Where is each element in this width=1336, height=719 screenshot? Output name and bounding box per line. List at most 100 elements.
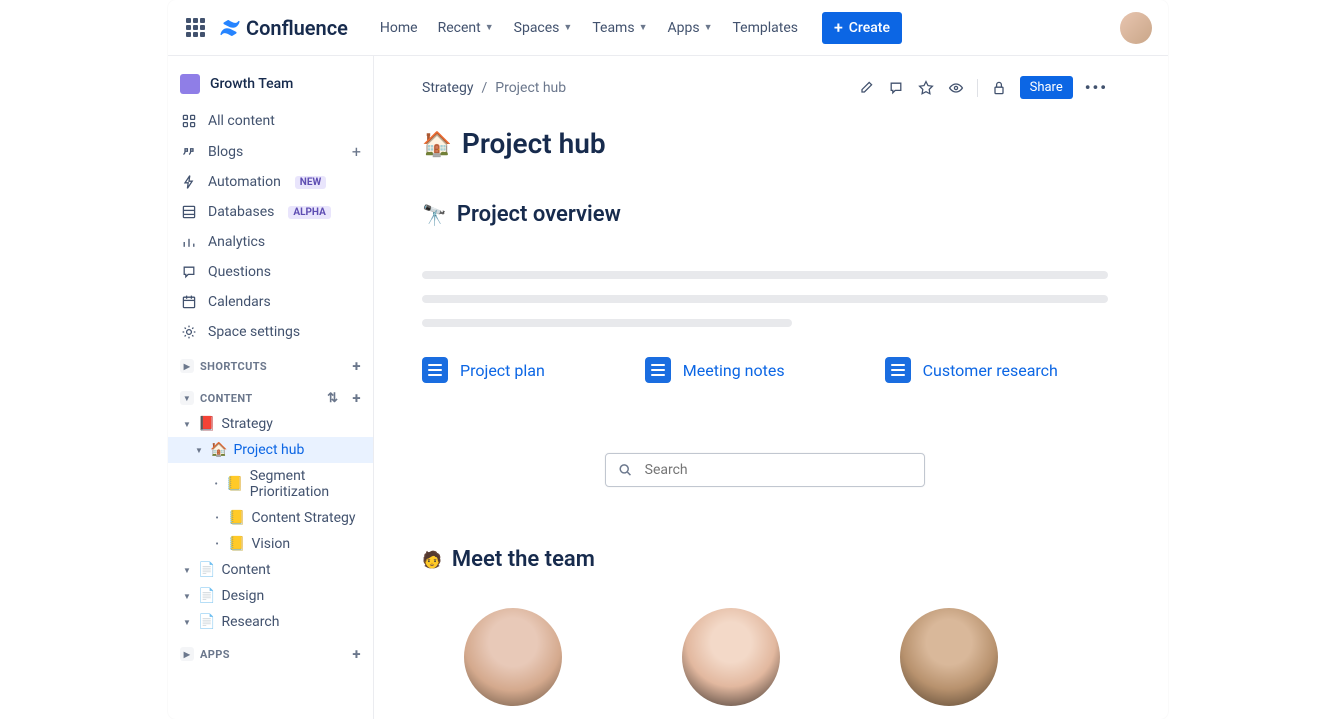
tree-item-vision[interactable]: • 📒 Vision xyxy=(168,531,373,557)
chevron-down-icon[interactable]: ▼ xyxy=(182,592,192,601)
breadcrumb: Strategy / Project hub xyxy=(422,80,566,96)
book-icon: 📕 xyxy=(198,416,215,432)
sidebar-item-databases[interactable]: Databases ALPHA xyxy=(168,197,373,227)
nav-templates[interactable]: Templates xyxy=(725,14,807,42)
edit-icon[interactable] xyxy=(857,79,875,97)
tree-item-research[interactable]: ▼ 📄 Research xyxy=(168,609,373,635)
add-blog-icon[interactable]: + xyxy=(352,142,361,161)
document-icon xyxy=(885,357,911,383)
team-avatar[interactable] xyxy=(900,608,998,706)
add-app-icon[interactable]: + xyxy=(352,645,361,663)
alpha-badge: ALPHA xyxy=(288,206,330,219)
notebook-icon: 📒 xyxy=(226,476,243,492)
chevron-down-icon: ▼ xyxy=(704,22,713,33)
quick-link-meeting-notes[interactable]: Meeting notes xyxy=(645,357,785,383)
nav-teams[interactable]: Teams▼ xyxy=(584,14,655,42)
add-shortcut-icon[interactable]: + xyxy=(352,357,361,375)
sidebar-item-automation[interactable]: Automation NEW xyxy=(168,167,373,197)
search-input[interactable] xyxy=(643,461,912,479)
chevron-down-icon[interactable]: ▼ xyxy=(182,618,192,627)
confluence-mark-icon xyxy=(218,16,242,40)
tree-item-project-hub[interactable]: ▼ 🏠 Project hub xyxy=(168,437,373,463)
bolt-icon xyxy=(180,173,198,191)
tree-item-segment-prioritization[interactable]: • 📒 Segment Prioritization xyxy=(168,463,373,505)
page-icon: 📄 xyxy=(198,562,215,578)
chat-icon xyxy=(180,263,198,281)
new-badge: NEW xyxy=(295,176,326,189)
house-icon: 🏠 xyxy=(422,130,452,158)
tree-item-content-strategy[interactable]: • 📒 Content Strategy xyxy=(168,505,373,531)
watch-icon[interactable] xyxy=(947,79,965,97)
sidebar-item-all-content[interactable]: All content xyxy=(168,106,373,136)
house-icon: 🏠 xyxy=(210,442,227,458)
nav-recent[interactable]: Recent▼ xyxy=(430,14,502,42)
breadcrumb-parent[interactable]: Strategy xyxy=(422,80,473,96)
lock-icon[interactable] xyxy=(990,79,1008,97)
nav-home[interactable]: Home xyxy=(372,14,426,42)
space-header[interactable]: Growth Team xyxy=(168,70,373,106)
tree-item-strategy[interactable]: ▼ 📕 Strategy xyxy=(168,411,373,437)
search-box[interactable] xyxy=(605,453,925,487)
sidebar-item-questions[interactable]: Questions xyxy=(168,257,373,287)
more-actions-icon[interactable]: ••• xyxy=(1085,78,1108,97)
brand-name: Confluence xyxy=(246,16,348,40)
space-name: Growth Team xyxy=(210,76,293,92)
user-avatar[interactable] xyxy=(1120,12,1152,44)
collapse-content-icon[interactable]: ▼ xyxy=(180,391,194,405)
team-avatar[interactable] xyxy=(682,608,780,706)
expand-shortcuts-icon[interactable]: ▶ xyxy=(180,359,194,373)
section-shortcuts: ▶ SHORTCUTS + xyxy=(168,347,373,379)
app-switcher-icon[interactable] xyxy=(184,16,208,40)
placeholder-text xyxy=(422,271,1108,327)
page-actions: Share ••• xyxy=(857,76,1108,99)
document-icon xyxy=(645,357,671,383)
sidebar-item-calendars[interactable]: Calendars xyxy=(168,287,373,317)
filter-icon[interactable]: ⇅ xyxy=(327,391,338,406)
quick-link-customer-research[interactable]: Customer research xyxy=(885,357,1058,383)
nav-spaces[interactable]: Spaces▼ xyxy=(506,14,581,42)
breadcrumb-current: Project hub xyxy=(495,80,566,96)
create-button[interactable]: +Create xyxy=(822,12,902,44)
chevron-down-icon[interactable]: ▼ xyxy=(182,566,192,575)
chevron-down-icon[interactable]: ▼ xyxy=(182,420,192,429)
section-overview-title: Project overview xyxy=(457,202,621,227)
document-icon xyxy=(422,357,448,383)
notebook-icon: 📒 xyxy=(228,510,245,526)
team-avatar[interactable] xyxy=(464,608,562,706)
share-button[interactable]: Share xyxy=(1020,76,1073,99)
page-title: Project hub xyxy=(462,127,606,160)
search-icon xyxy=(618,462,633,478)
space-icon xyxy=(180,74,200,94)
chart-icon xyxy=(180,233,198,251)
quick-link-project-plan[interactable]: Project plan xyxy=(422,357,545,383)
sidebar-item-blogs[interactable]: Blogs + xyxy=(168,136,373,167)
chevron-down-icon: ▼ xyxy=(485,22,494,33)
tree-item-design[interactable]: ▼ 📄 Design xyxy=(168,583,373,609)
team-members xyxy=(422,608,1108,706)
top-navigation: Confluence Home Recent▼ Spaces▼ Teams▼ A… xyxy=(168,0,1168,56)
confluence-logo[interactable]: Confluence xyxy=(218,16,348,40)
grid-icon xyxy=(180,112,198,130)
page-icon: 📄 xyxy=(198,614,215,630)
chevron-down-icon: ▼ xyxy=(639,22,648,33)
nav-apps[interactable]: Apps▼ xyxy=(659,14,720,42)
page-icon: 📄 xyxy=(198,588,215,604)
sidebar-item-analytics[interactable]: Analytics xyxy=(168,227,373,257)
chevron-down-icon: ▼ xyxy=(563,22,572,33)
expand-apps-icon[interactable]: ▶ xyxy=(180,647,194,661)
gear-icon xyxy=(180,323,198,341)
star-icon[interactable] xyxy=(917,79,935,97)
person-icon: 🧑 xyxy=(422,550,442,569)
section-apps: ▶ APPS + xyxy=(168,635,373,667)
add-content-icon[interactable]: + xyxy=(352,389,361,407)
telescope-icon: 🔭 xyxy=(422,203,447,227)
calendar-icon xyxy=(180,293,198,311)
sidebar: Growth Team All content Blogs + Automati… xyxy=(168,56,374,719)
chevron-down-icon[interactable]: ▼ xyxy=(194,446,204,455)
database-icon xyxy=(180,203,198,221)
sidebar-item-space-settings[interactable]: Space settings xyxy=(168,317,373,347)
main-content: Strategy / Project hub Share ••• xyxy=(374,56,1168,719)
quote-icon xyxy=(180,143,198,161)
comment-icon[interactable] xyxy=(887,79,905,97)
tree-item-content[interactable]: ▼ 📄 Content xyxy=(168,557,373,583)
